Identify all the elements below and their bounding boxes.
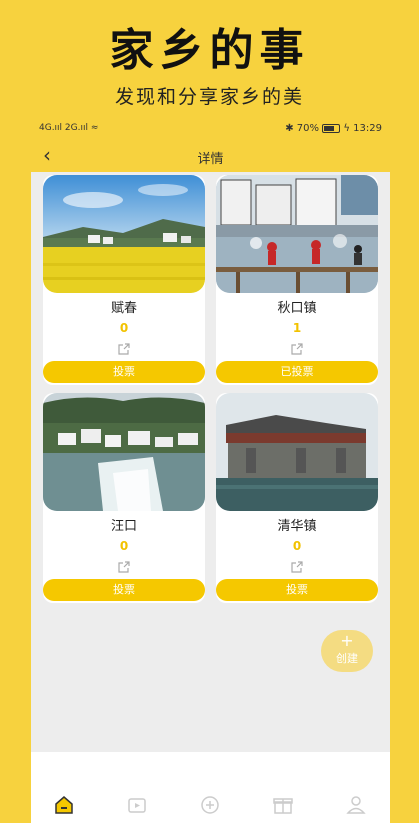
- vote-count: 0: [119, 539, 129, 553]
- banner-subtitle: 发现和分享家乡的美: [114, 86, 304, 108]
- vote-count: 1: [292, 321, 302, 335]
- place-name: 赋春: [110, 301, 137, 316]
- battery-percent: 70%: [296, 123, 319, 134]
- charging-icon: ϟ: [343, 123, 350, 134]
- place-photo[interactable]: [43, 175, 205, 293]
- tab-bar: [31, 752, 390, 823]
- create-button[interactable]: + 创建: [321, 630, 373, 672]
- signal-indicators: 4G.ııl 2G.ııl ≈: [39, 123, 99, 133]
- bluetooth-icon: ✱: [285, 123, 294, 134]
- vote-button[interactable]: 投票: [216, 579, 378, 601]
- place-card[interactable]: 秋口镇 1 已投票: [216, 175, 378, 385]
- place-card[interactable]: 赋春 0 投票: [43, 175, 205, 385]
- share-icon[interactable]: [291, 340, 303, 355]
- place-name: 汪口: [110, 519, 137, 534]
- explore-icon[interactable]: [199, 794, 221, 816]
- share-icon[interactable]: [118, 558, 130, 573]
- profile-icon[interactable]: [345, 794, 367, 816]
- banner-title: 家乡的事: [109, 25, 310, 76]
- vote-button[interactable]: 投票: [43, 579, 205, 601]
- plus-icon: +: [340, 631, 354, 650]
- place-photo[interactable]: [216, 393, 378, 511]
- create-label: 创建: [336, 652, 358, 665]
- place-name: 清华镇: [277, 519, 317, 534]
- home-icon[interactable]: [53, 794, 75, 816]
- place-photo[interactable]: [43, 393, 205, 511]
- vote-count: 0: [292, 539, 302, 553]
- gift-icon[interactable]: [272, 794, 294, 816]
- video-icon[interactable]: [126, 794, 148, 816]
- nav-bar: ‹ 详情: [31, 140, 390, 172]
- place-photo[interactable]: [216, 175, 378, 293]
- status-bar: 4G.ııl 2G.ııl ≈ ✱ 70% ϟ 13:29: [31, 118, 390, 140]
- share-icon[interactable]: [118, 340, 130, 355]
- place-card[interactable]: 清华镇 0 投票: [216, 393, 378, 603]
- vote-count: 0: [119, 321, 129, 335]
- share-icon[interactable]: [291, 558, 303, 573]
- place-name: 秋口镇: [277, 301, 317, 316]
- place-card[interactable]: 汪口 0 投票: [43, 393, 205, 603]
- vote-button[interactable]: 投票: [43, 361, 205, 383]
- voted-button[interactable]: 已投票: [216, 361, 378, 383]
- page-title: 详情: [197, 152, 224, 167]
- battery-icon: [322, 123, 341, 133]
- status-right: ✱ 70% ϟ 13:29: [285, 123, 382, 134]
- clock: 13:29: [353, 123, 382, 134]
- phone-screen: 4G.ııl 2G.ııl ≈ ✱ 70% ϟ 13:29 ‹ 详情 赋春 0 …: [31, 118, 390, 823]
